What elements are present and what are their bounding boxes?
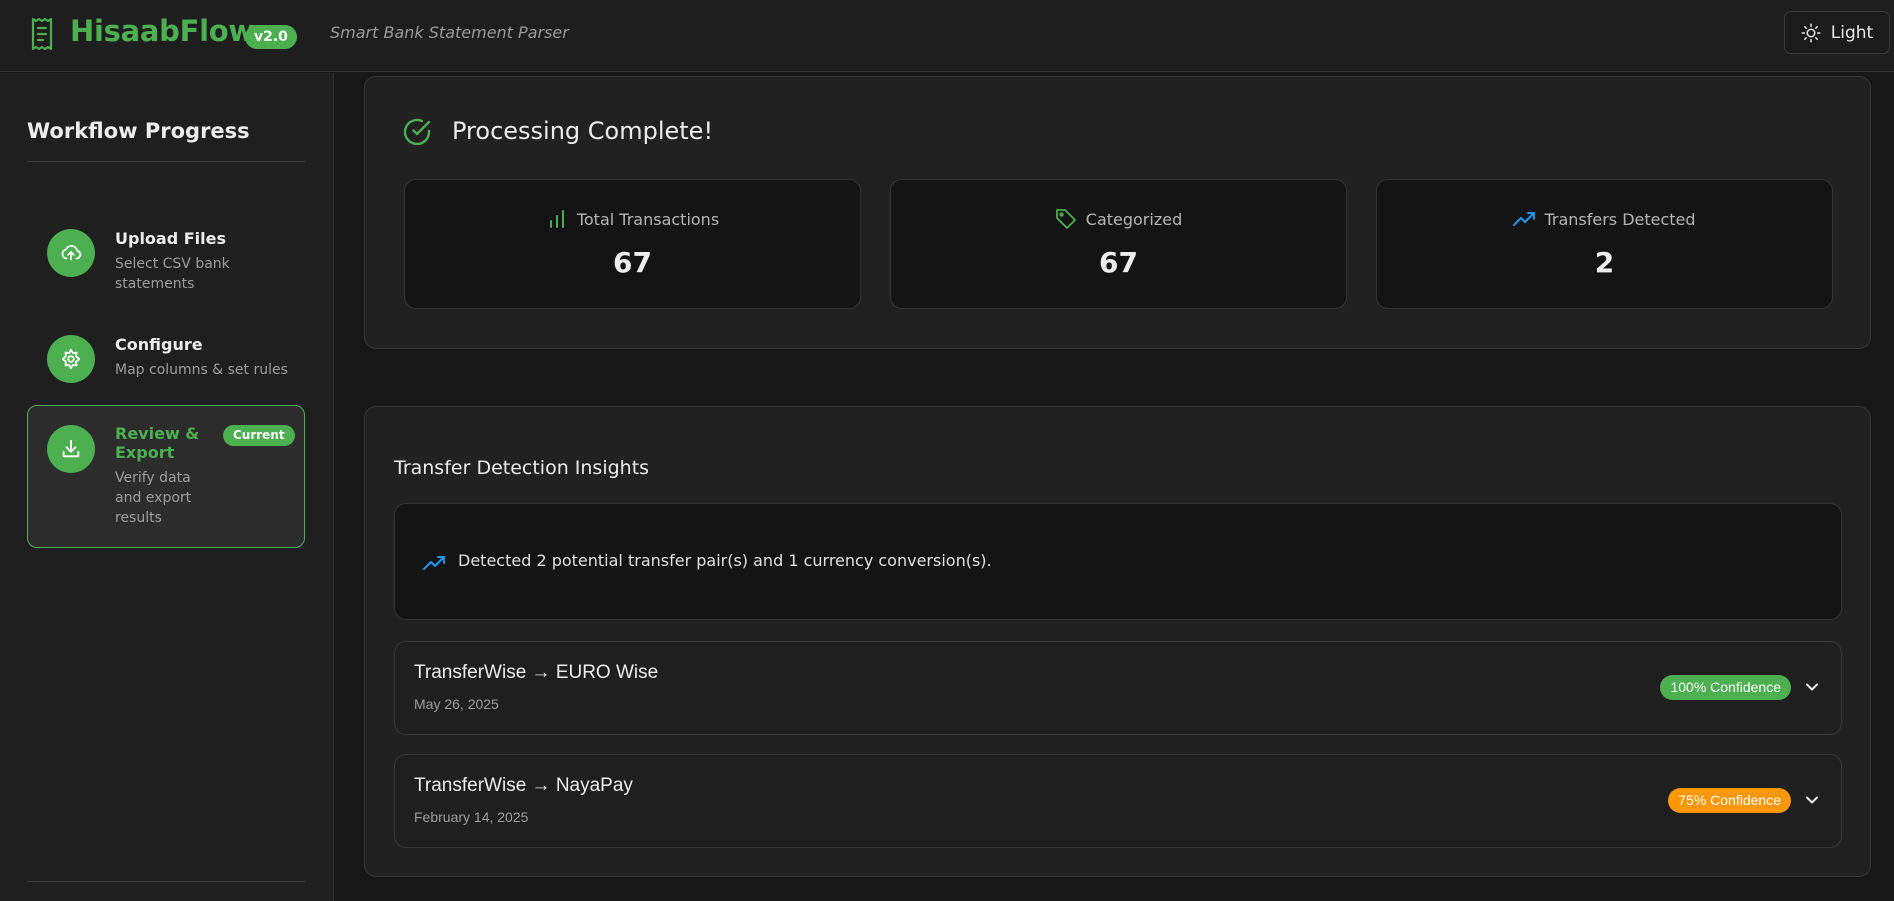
sidebar-divider <box>27 881 305 882</box>
confidence-badge: 100% Confidence <box>1660 675 1791 700</box>
step-icon-circle <box>47 335 95 383</box>
transfer-pair-row[interactable]: TransferWise → EURO Wise May 26, 2025 10… <box>394 641 1842 735</box>
stat-value: 67 <box>1099 246 1138 279</box>
stat-label: Transfers Detected <box>1544 209 1696 229</box>
check-circle-icon <box>403 118 431 146</box>
stat-transfers-detected: Transfers Detected 2 <box>1376 179 1833 309</box>
trending-up-icon <box>1513 212 1536 226</box>
theme-toggle-button[interactable]: Light <box>1784 11 1890 54</box>
stat-label: Categorized <box>1085 209 1183 229</box>
stat-categorized: Categorized 67 <box>890 179 1347 309</box>
cloud-upload-icon <box>61 245 82 261</box>
step-title: Configure <box>115 335 203 354</box>
app-header: HisaabFlow v2.0 Smart Bank Statement Par… <box>0 0 1894 72</box>
processing-complete-title: Processing Complete! <box>452 117 714 145</box>
receipt-logo-icon <box>31 17 53 51</box>
processing-summary-card: Processing Complete! Total Transactions … <box>364 76 1871 349</box>
current-step-badge: Current <box>223 425 295 446</box>
step-description: Verify data and export results <box>115 470 192 526</box>
app-name: HisaabFlow <box>70 14 255 48</box>
insights-title: Transfer Detection Insights <box>394 457 650 479</box>
step-upload-files[interactable]: Upload Files Select CSV bank statements <box>27 221 305 311</box>
step-icon-circle <box>47 229 95 277</box>
chevron-down-icon[interactable] <box>1803 791 1821 809</box>
step-description: Map columns & set rules <box>115 362 288 378</box>
sun-icon <box>1801 23 1821 42</box>
transfer-date: May 26, 2025 <box>414 696 499 712</box>
stat-value: 2 <box>1594 246 1615 279</box>
insights-summary-box: Detected 2 potential transfer pair(s) an… <box>394 503 1842 620</box>
version-badge: v2.0 <box>245 25 297 49</box>
settings-cog-icon <box>61 348 81 370</box>
sidebar-divider <box>27 161 305 162</box>
confidence-badge: 75% Confidence <box>1668 788 1791 813</box>
transfer-title: TransferWise → EURO Wise <box>414 662 659 683</box>
step-configure[interactable]: Configure Map columns & set rules <box>27 325 305 395</box>
stat-value: 67 <box>613 246 652 279</box>
sidebar-title: Workflow Progress <box>27 119 250 143</box>
app-subtitle: Smart Bank Statement Parser <box>330 23 569 42</box>
step-description: Select CSV bank statements <box>115 256 230 292</box>
step-review-export[interactable]: Review & Export Verify data and export r… <box>27 405 305 548</box>
step-icon-circle <box>47 425 95 473</box>
theme-toggle-label: Light <box>1830 22 1874 43</box>
bar-chart-icon <box>549 210 564 228</box>
transfer-insights-card: Transfer Detection Insights Detected 2 p… <box>364 406 1871 877</box>
trending-up-icon <box>423 556 445 570</box>
tag-icon <box>1055 209 1076 229</box>
workflow-sidebar: Workflow Progress Upload Files Select CS… <box>0 73 334 901</box>
chevron-down-icon[interactable] <box>1803 678 1821 696</box>
transfer-title: TransferWise → NayaPay <box>414 775 633 796</box>
step-title: Review & Export <box>115 424 200 462</box>
stat-label: Total Transactions <box>576 209 720 229</box>
transfer-date: February 14, 2025 <box>414 809 529 825</box>
step-title: Upload Files <box>115 229 227 248</box>
insights-summary-text: Detected 2 potential transfer pair(s) an… <box>458 551 992 570</box>
download-icon <box>62 439 80 458</box>
stat-total-transactions: Total Transactions 67 <box>404 179 861 309</box>
transfer-pair-row[interactable]: TransferWise → NayaPay February 14, 2025… <box>394 754 1842 848</box>
